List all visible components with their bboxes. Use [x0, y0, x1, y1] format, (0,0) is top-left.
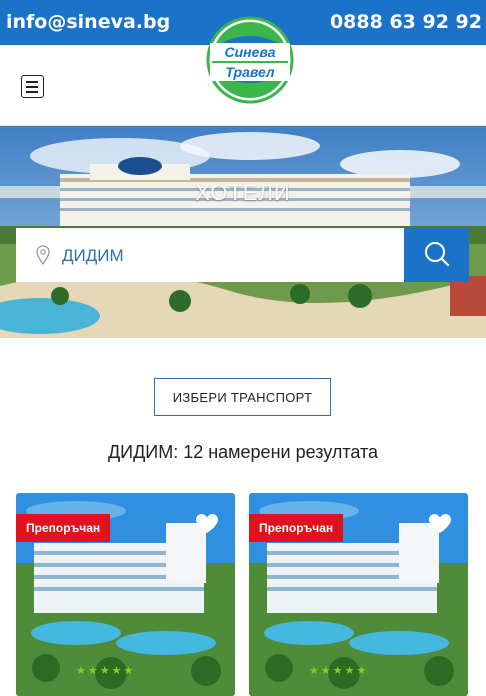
recommended-badge: Препоръчан	[16, 514, 111, 542]
recommended-badge: Препоръчан	[249, 514, 344, 542]
search-button[interactable]	[404, 228, 469, 282]
map-pin-icon	[36, 245, 50, 265]
search-bar	[16, 228, 405, 282]
results-count: ДИДИМ: 12 намерени резултата	[107, 442, 379, 462]
star-rating: ★★★★★	[309, 665, 369, 677]
logo-text-line1: Синева	[225, 44, 276, 60]
email-link[interactable]: info@sineva.bg	[6, 11, 170, 33]
logo-text-line2: Травел	[225, 64, 275, 80]
phone-link[interactable]: 0888 63 92 92	[330, 11, 482, 33]
heart-icon[interactable]	[428, 513, 452, 535]
search-icon	[424, 241, 449, 266]
menu-button[interactable]	[21, 75, 44, 98]
hotel-card[interactable]: Препоръчан ★★★★★	[16, 493, 235, 696]
star-rating: ★★★★★	[76, 665, 136, 677]
hamburger-icon	[26, 81, 38, 83]
logo[interactable]: Синева Травел	[206, 16, 294, 104]
heart-icon[interactable]	[195, 513, 219, 535]
hotel-card[interactable]: Препоръчан ★★★★★	[249, 493, 468, 696]
destination-input[interactable]	[60, 240, 394, 272]
hero-title: ХОТЕЛИ	[195, 180, 291, 205]
choose-transport-button[interactable]: ИЗБЕРИ ТРАНСПОРТ	[154, 378, 331, 416]
